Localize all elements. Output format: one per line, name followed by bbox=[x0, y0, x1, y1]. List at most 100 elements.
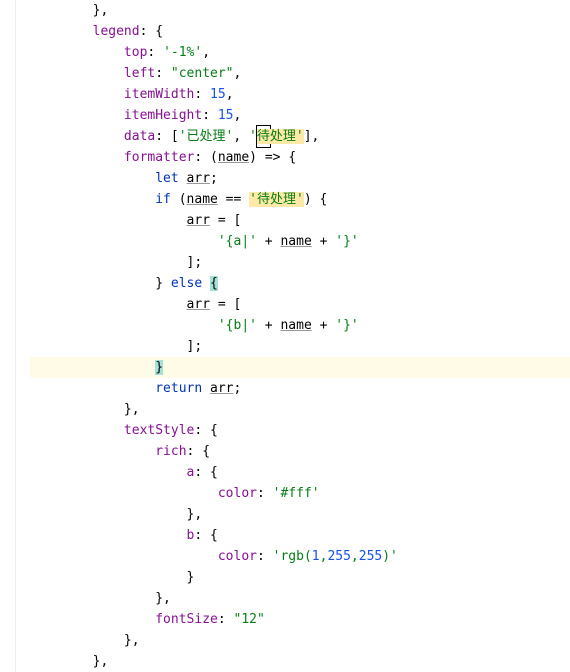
paren-close: ) bbox=[304, 192, 312, 207]
indent bbox=[30, 213, 187, 228]
paren-open: ( bbox=[179, 192, 187, 207]
rgb-3: 255 bbox=[359, 549, 382, 564]
code-line[interactable]: color: '#fff' bbox=[30, 483, 570, 504]
code-line[interactable]: } else { bbox=[30, 273, 570, 294]
colon: : bbox=[257, 486, 273, 501]
brace-open: { bbox=[210, 465, 218, 480]
code-line[interactable]: }, bbox=[30, 651, 570, 672]
prop-legend: legend bbox=[93, 24, 140, 39]
semicolon: ; bbox=[210, 171, 218, 186]
indent bbox=[30, 108, 124, 123]
code-line[interactable]: '{a|' + name + '}' bbox=[30, 231, 570, 252]
code-line[interactable]: formatter: (name) => { bbox=[30, 147, 570, 168]
code-line[interactable]: itemWidth: 15, bbox=[30, 84, 570, 105]
code-line[interactable]: fontSize: "12" bbox=[30, 609, 570, 630]
indent bbox=[30, 192, 155, 207]
colon: : bbox=[187, 444, 203, 459]
breadcrumb-gutter bbox=[16, 0, 30, 672]
indent bbox=[30, 150, 124, 165]
ref-name: name bbox=[280, 318, 311, 333]
code-line[interactable]: a: { bbox=[30, 462, 570, 483]
code-editor[interactable]: }, legend: { top: '-1%', left: "center",… bbox=[0, 0, 570, 672]
brace-open: { bbox=[288, 150, 296, 165]
comma: , bbox=[226, 87, 234, 102]
code-line[interactable]: color: 'rgb(1,255,255)' bbox=[30, 546, 570, 567]
colon: : bbox=[194, 423, 210, 438]
rgb-2: 255 bbox=[327, 549, 350, 564]
indent bbox=[30, 360, 155, 375]
rgb-prefix: 'rgb( bbox=[273, 549, 312, 564]
bracket-close: ] bbox=[304, 129, 312, 144]
indent bbox=[30, 612, 155, 627]
code-line[interactable]: arr = [ bbox=[30, 294, 570, 315]
code-line[interactable]: }, bbox=[30, 504, 570, 525]
code-line[interactable]: }, bbox=[30, 588, 570, 609]
space bbox=[179, 171, 187, 186]
indent bbox=[30, 444, 155, 459]
plus: + bbox=[312, 318, 335, 333]
prop-itemheight: itemHeight bbox=[124, 108, 202, 123]
prop-left: left bbox=[124, 66, 155, 81]
brace-open: { bbox=[319, 192, 327, 207]
prop-color: color bbox=[218, 549, 257, 564]
ref-name: name bbox=[187, 192, 218, 207]
code-line[interactable]: '{b|' + name + '}' bbox=[30, 315, 570, 336]
indent bbox=[30, 45, 124, 60]
code-line[interactable]: }, bbox=[30, 0, 570, 21]
var-arr: arr bbox=[187, 171, 210, 186]
code-line[interactable]: } bbox=[30, 567, 570, 588]
comma: , bbox=[312, 129, 320, 144]
bracket-open: [ bbox=[171, 129, 179, 144]
code-line[interactable]: ]; bbox=[30, 336, 570, 357]
assign: = bbox=[210, 213, 233, 228]
indent bbox=[30, 654, 93, 669]
value-color-a: '#fff' bbox=[273, 486, 320, 501]
prop-top: top bbox=[124, 45, 147, 60]
code-line[interactable]: legend: { bbox=[30, 21, 570, 42]
indent bbox=[30, 486, 218, 501]
code-line[interactable]: b: { bbox=[30, 525, 570, 546]
brace-close: } bbox=[187, 570, 195, 585]
colon: : bbox=[194, 465, 210, 480]
brace-open: { bbox=[210, 528, 218, 543]
code-line[interactable]: if (name == '待处理') { bbox=[30, 189, 570, 210]
indent bbox=[30, 297, 187, 312]
colon: : bbox=[194, 528, 210, 543]
indent bbox=[30, 276, 155, 291]
code-line-current[interactable]: } bbox=[30, 357, 570, 378]
code-line[interactable]: let arr; bbox=[30, 168, 570, 189]
fold-gutter bbox=[0, 0, 16, 672]
colon: : bbox=[194, 87, 210, 102]
code-line[interactable]: data: ['已处理', '待处理'], bbox=[30, 126, 570, 147]
brace-close: } bbox=[155, 276, 163, 291]
colon: : bbox=[202, 108, 218, 123]
comma: , bbox=[351, 549, 359, 564]
code-line[interactable]: arr = [ bbox=[30, 210, 570, 231]
rgb-1: 1 bbox=[312, 549, 320, 564]
code-line[interactable]: }, bbox=[30, 399, 570, 420]
brace-open: { bbox=[155, 24, 163, 39]
cmp-string: '待处理' bbox=[249, 192, 304, 207]
space bbox=[202, 276, 210, 291]
code-line[interactable]: return arr; bbox=[30, 378, 570, 399]
str-close: '}' bbox=[335, 234, 358, 249]
brace-close-comma: }, bbox=[93, 3, 109, 18]
data-item-1-rest: 处理' bbox=[270, 129, 304, 144]
indent bbox=[30, 507, 187, 522]
kw-else: else bbox=[171, 276, 202, 291]
code-line[interactable]: }, bbox=[30, 630, 570, 651]
code-line[interactable]: left: "center", bbox=[30, 63, 570, 84]
code-line[interactable]: ]; bbox=[30, 252, 570, 273]
value-fontsize: "12" bbox=[234, 612, 265, 627]
indent bbox=[30, 234, 218, 249]
code-line[interactable]: itemHeight: 15, bbox=[30, 105, 570, 126]
code-line[interactable]: textStyle: { bbox=[30, 420, 570, 441]
plus: + bbox=[312, 234, 335, 249]
indent bbox=[30, 528, 187, 543]
code-line[interactable]: top: '-1%', bbox=[30, 42, 570, 63]
value-itemheight: 15 bbox=[218, 108, 234, 123]
space bbox=[241, 129, 249, 144]
indent bbox=[30, 255, 187, 270]
code-line[interactable]: rich: { bbox=[30, 441, 570, 462]
brace-close-comma: }, bbox=[124, 633, 140, 648]
